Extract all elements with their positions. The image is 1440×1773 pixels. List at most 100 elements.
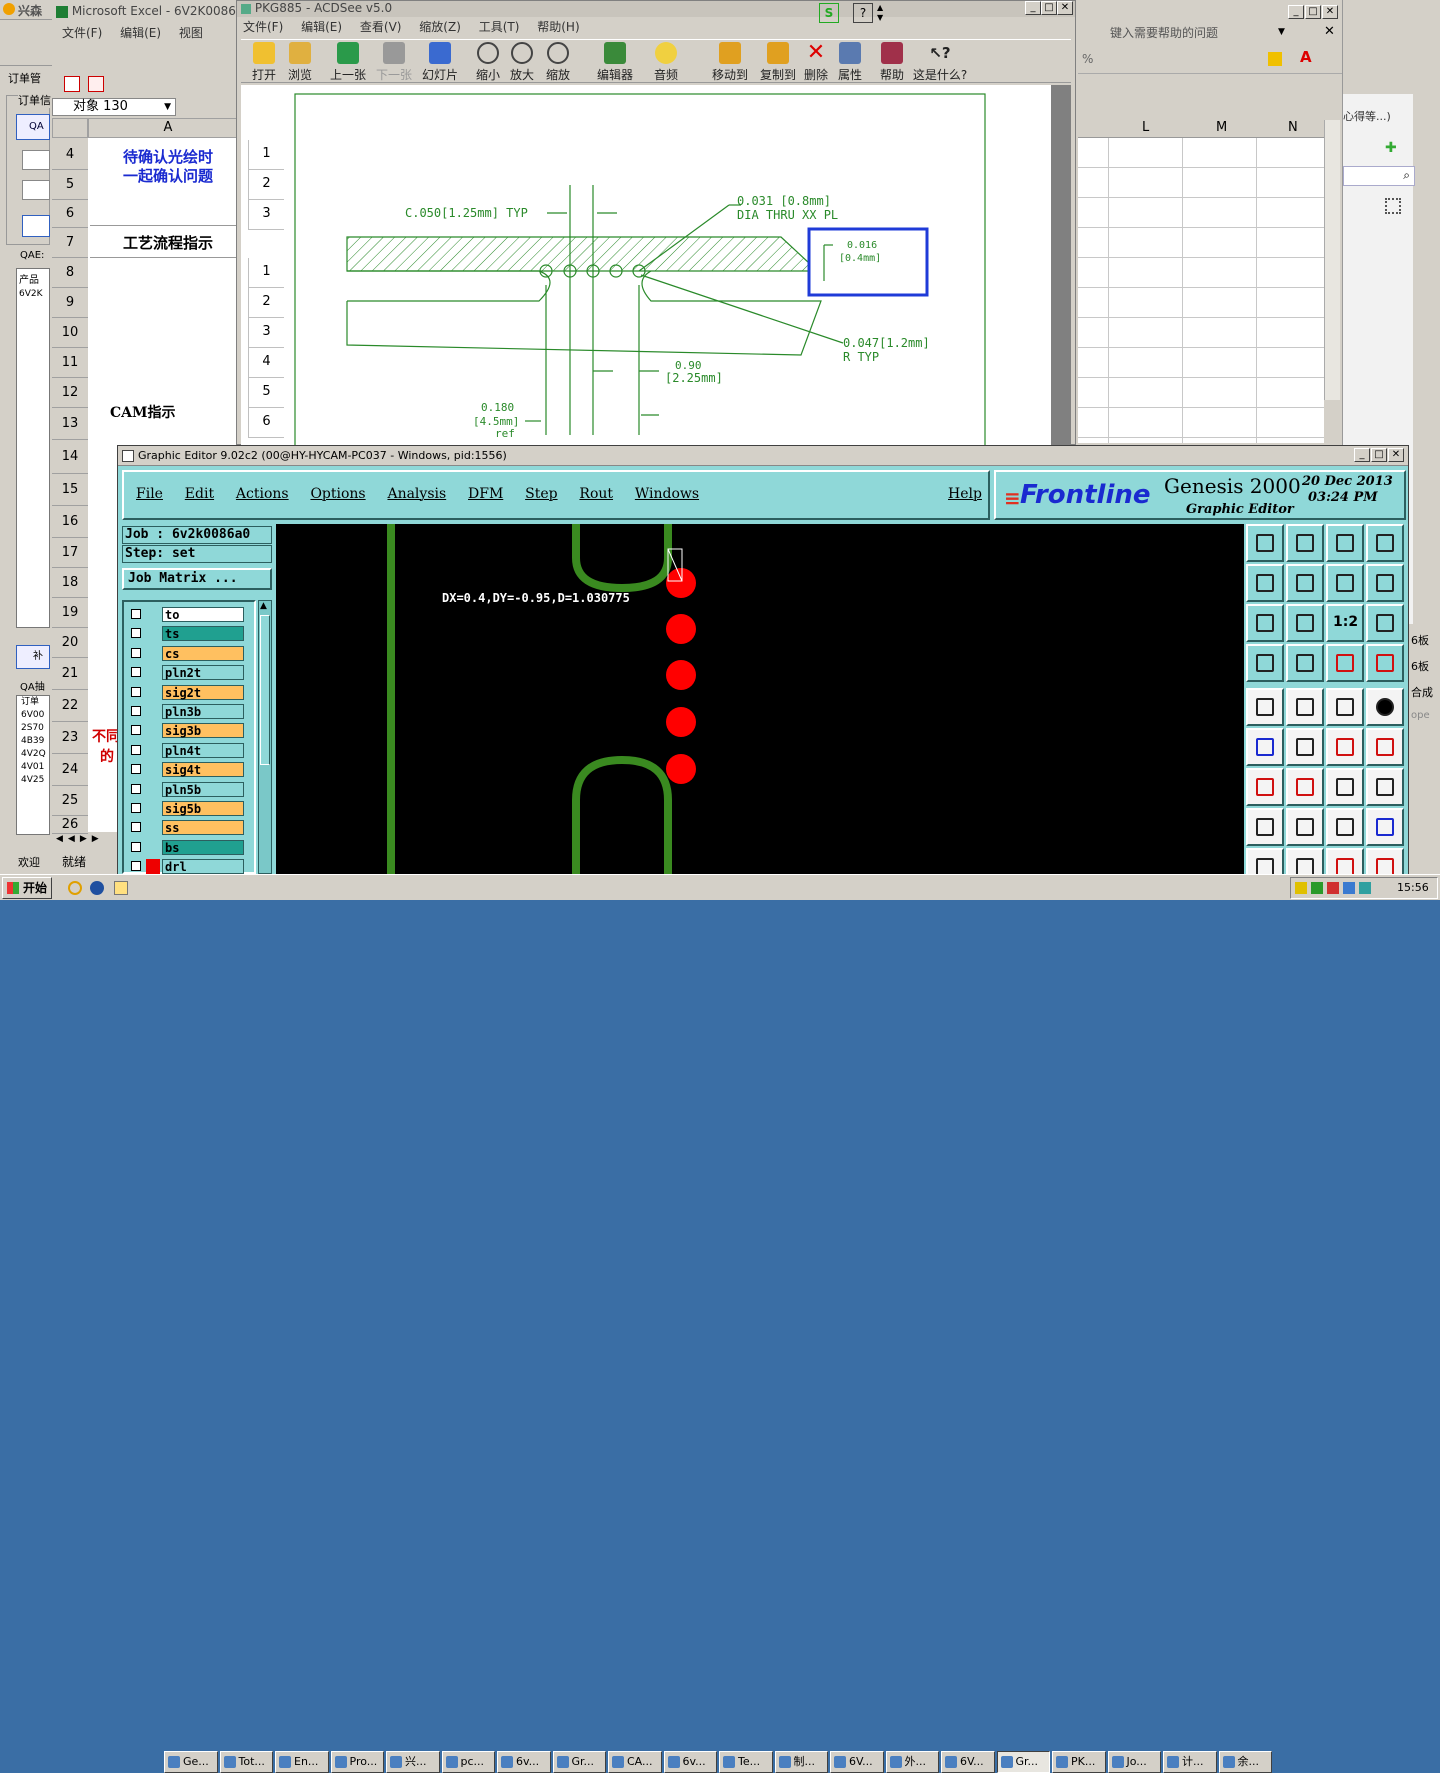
open-button[interactable]: 打开 [245,40,283,83]
left-list-2[interactable]: 订单 6V00 2S70 4B39 4V2Q 4V01 4V25 [16,695,50,835]
cell-b-number[interactable]: 2 [248,288,284,318]
taskbar-item[interactable]: pc... [441,1751,495,1773]
column-header-l[interactable]: L [1142,118,1149,138]
layer-name[interactable]: sig2t [162,684,244,700]
acdsee-menu-view[interactable]: 查看(V) [360,19,402,35]
taskbar-item[interactable]: Ge... [164,1751,218,1773]
ge-menu-file[interactable]: File [136,486,163,502]
layer-row[interactable]: sig3b [128,722,248,739]
taskbar-item[interactable]: 6V... [830,1751,884,1773]
ge-menu-edit[interactable]: Edit [185,486,214,502]
row-header[interactable]: 23 [52,722,88,754]
ge-menu-actions[interactable]: Actions [236,486,289,502]
layer-name[interactable]: bs [162,839,244,855]
copy-to-button[interactable]: 复制到 [755,40,801,83]
zoom-in-button[interactable]: 放大 [503,40,541,83]
clock[interactable]: 15:56 [1397,881,1429,894]
pad-red-2-icon[interactable] [1366,644,1404,682]
start-button[interactable]: 开始 [2,877,52,899]
pad-red-icon[interactable] [1326,644,1364,682]
scroll-up-icon[interactable]: ▲ [260,601,267,611]
layer-checkbox[interactable] [131,764,141,775]
left-list2-row[interactable]: 4B39 [21,735,49,748]
layer-name[interactable]: pln3b [162,704,244,719]
left-list-1[interactable]: 产品 6V2K [16,268,50,628]
ge-menu-windows[interactable]: Windows [635,486,699,502]
group-icon[interactable] [1366,808,1404,846]
layer-checkbox[interactable] [131,667,141,678]
layer-name[interactable]: cs [162,645,244,661]
spread-icon[interactable] [1326,808,1364,846]
acdsee-menu-edit[interactable]: 编辑(E) [301,19,342,35]
window-split-icon[interactable] [1366,524,1404,562]
left-list2-row[interactable]: 4V01 [21,761,49,774]
excel-menu-edit[interactable]: 编辑(E) [120,22,161,44]
left-field-3[interactable] [22,215,50,237]
layer-row[interactable]: to [128,606,248,623]
close-icon[interactable]: ✕ [1057,1,1073,15]
move-down-icon[interactable] [1286,524,1324,562]
cell-b-number[interactable]: 5 [248,378,284,408]
layer-row[interactable]: pln2t [128,664,248,681]
measure-icon[interactable] [1246,644,1284,682]
layer-row[interactable]: sig2t [128,684,248,701]
left-field-2[interactable] [22,180,50,200]
help-icon[interactable]: ? [853,3,873,23]
ge-menu-options[interactable]: Options [310,486,365,502]
excel-vertical-scrollbar[interactable] [1324,120,1340,400]
taskbar-item[interactable]: 制... [774,1751,828,1773]
taskbar-item[interactable]: 6v... [663,1751,717,1773]
left-list2-row[interactable]: 6V00 [21,709,49,722]
firefox-icon[interactable] [90,881,104,895]
zoom-out-button[interactable]: 缩小 [469,40,507,83]
row-header[interactable]: 14 [52,440,88,474]
prev-button[interactable]: 上一张 [325,40,371,83]
taskbar-item[interactable]: En... [275,1751,329,1773]
taskbar-item[interactable]: 计... [1163,1751,1217,1773]
line-tool-icon[interactable] [1286,644,1324,682]
delete-button[interactable]: ✕ 删除 [797,40,835,83]
tray-icon[interactable] [1343,882,1355,894]
layer-name[interactable]: pln5b [162,781,244,797]
layer-row[interactable]: sig4t [128,761,248,778]
column-header-a[interactable]: A [88,118,248,138]
move-to-button[interactable]: 移动到 [707,40,753,83]
draw-line-icon[interactable] [1246,768,1284,806]
ie-icon[interactable] [68,881,82,895]
cell-b-number[interactable]: 2 [248,170,284,200]
properties-button[interactable]: 属性 [831,40,869,83]
layer-name[interactable]: drl [162,859,244,875]
move-up-icon[interactable] [1246,524,1284,562]
cell-b-number[interactable]: 3 [248,200,284,230]
snap-pad-icon[interactable] [1246,808,1284,846]
cell-a4-confirm[interactable]: 待确认光绘时 一起确认问题 [90,140,246,226]
center-icon[interactable] [1286,604,1324,642]
tray-icon[interactable] [1327,882,1339,894]
left-qa-button[interactable]: QA [16,114,50,140]
layer-row[interactable]: pln4t [128,742,248,759]
excel-right-grid[interactable] [1078,118,1324,443]
add-pad-icon[interactable] [1366,728,1404,766]
acdsee-viewport[interactable]: C.050[1.25mm] TYP 0.031 [0.8mm] DIA THRU… [241,85,1071,445]
scroll-thumb[interactable] [260,615,270,765]
sheet-tab-scroller[interactable]: ◀◀▶▶ [52,834,122,850]
row-header[interactable]: 21 [52,658,88,690]
cell-b-number[interactable]: 1 [248,140,284,170]
layer-name[interactable]: sig5b [162,801,244,816]
taskbar-item[interactable]: Pro... [330,1751,384,1773]
layer-checkbox[interactable] [131,686,141,697]
pan-icon[interactable] [1326,564,1364,602]
maximize-icon[interactable]: □ [1041,1,1057,15]
layer-row[interactable]: pln3b [128,703,248,720]
row-header[interactable]: 16 [52,506,88,538]
cell-cam[interactable]: CAM指示 [110,402,176,422]
acdsee-titlebar[interactable]: PKG885 - ACDSee v5.0 [237,1,1075,17]
left-app-titlebar[interactable]: 兴森 [0,0,52,20]
layer-checkbox[interactable] [131,609,141,619]
row-header[interactable]: 15 [52,474,88,506]
taskbar-item[interactable]: Gr... [996,1751,1050,1773]
layer-row[interactable]: drl [128,858,248,875]
next-button[interactable]: 下一张 [371,40,417,83]
layer-checkbox[interactable] [131,706,141,716]
layer-name[interactable]: ts [162,626,244,642]
